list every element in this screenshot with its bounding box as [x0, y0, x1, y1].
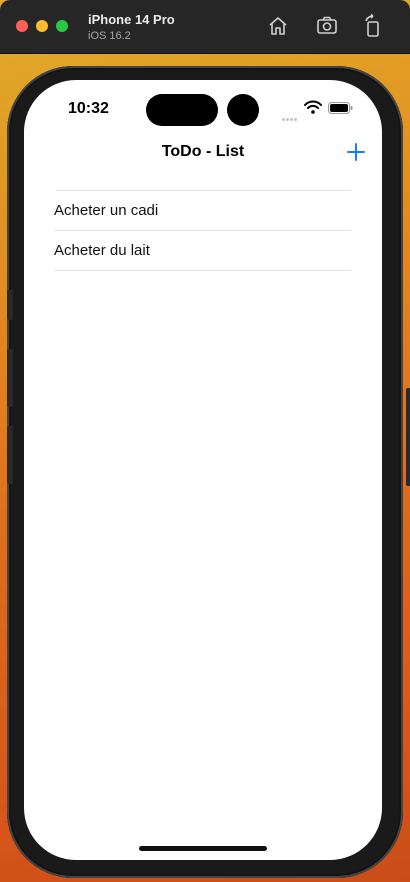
zoom-window-button[interactable]: [56, 20, 68, 32]
power-button: [406, 388, 410, 486]
home-indicator[interactable]: [139, 846, 267, 851]
nav-title: ToDo - List: [161, 143, 245, 160]
add-todo-button[interactable]: [346, 142, 366, 162]
minimize-window-button[interactable]: [36, 20, 48, 32]
front-camera: [227, 94, 259, 126]
os-version: iOS 16.2: [88, 30, 131, 42]
volume-up-button: [7, 349, 13, 407]
battery-icon: [328, 102, 353, 114]
wifi-icon: [304, 100, 322, 114]
dynamic-island: [146, 94, 218, 126]
todo-item[interactable]: Acheter du lait: [54, 231, 351, 271]
action-button: [7, 290, 13, 320]
todo-item-label: Acheter du lait: [54, 242, 150, 259]
device-name: iPhone 14 Pro: [88, 12, 175, 27]
status-time: 10:32: [68, 100, 109, 117]
app-screen: 10:32 ToDo - List Acheter un cadi Achete…: [24, 80, 382, 860]
home-icon[interactable]: [266, 14, 290, 38]
todo-item[interactable]: Acheter un cadi: [54, 191, 351, 231]
screenshot-icon[interactable]: [315, 14, 339, 38]
rotate-icon[interactable]: [361, 14, 385, 38]
todo-item-label: Acheter un cadi: [54, 202, 159, 219]
volume-down-button: [7, 426, 13, 484]
simulator-titlebar: iPhone 14 Pro iOS 16.2: [0, 0, 410, 54]
signal-dots-icon: [282, 108, 298, 126]
todo-list: Acheter un cadi Acheter du lait: [54, 190, 351, 271]
close-window-button[interactable]: [16, 20, 28, 32]
